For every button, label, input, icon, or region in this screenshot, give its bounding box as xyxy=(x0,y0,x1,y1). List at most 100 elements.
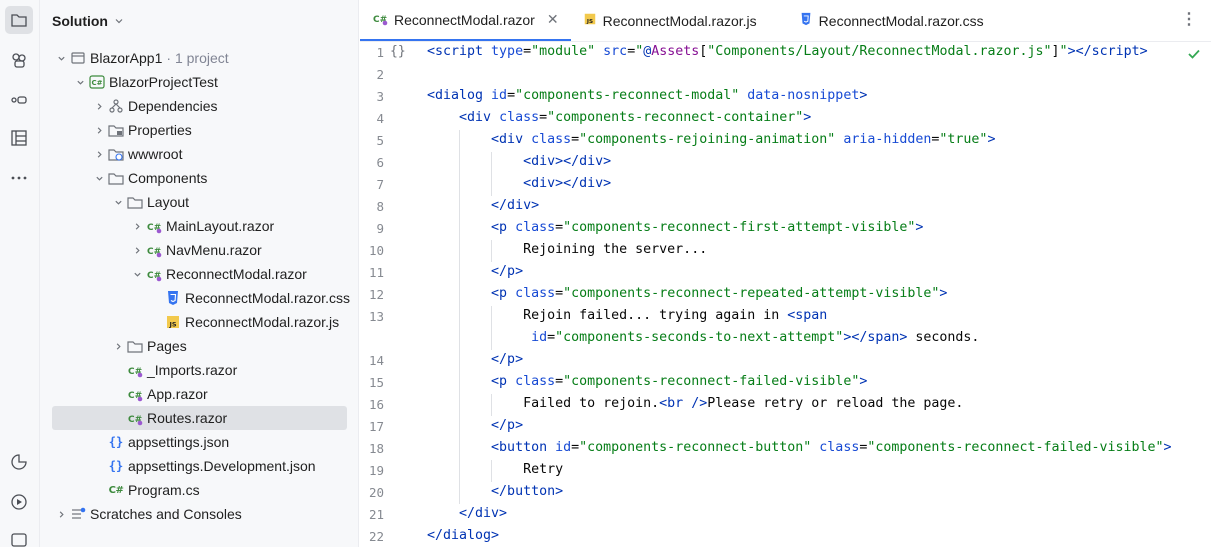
editor-tabs: C# ReconnectModal.razor ✕ JS ReconnectMo… xyxy=(360,0,1211,42)
tree-item-components[interactable]: Components xyxy=(40,166,358,190)
run-tool-button[interactable] xyxy=(5,488,33,516)
services-tool-button[interactable] xyxy=(5,448,33,476)
line-number: 7 xyxy=(376,177,384,192)
chevron-right-icon[interactable] xyxy=(91,122,107,138)
tree-item-label: MainLayout.razor xyxy=(166,218,275,234)
tree-item-program[interactable]: C# Program.cs xyxy=(40,478,358,502)
code-line: 22 </dialog> xyxy=(360,526,1211,547)
dependencies-icon xyxy=(107,98,125,114)
tree-item-layout[interactable]: Layout xyxy=(40,190,358,214)
code-view[interactable]: 1{} <script type="module" src="@Assets["C… xyxy=(360,42,1211,547)
tree-item-appsettings-development[interactable]: {} appsettings.Development.json xyxy=(40,454,358,478)
chevron-right-icon[interactable] xyxy=(110,338,126,354)
code-line: 7 <div></div> xyxy=(360,174,1211,196)
tree-item-project[interactable]: C# BlazorProjectTest xyxy=(40,70,358,94)
tree-item-properties[interactable]: Properties xyxy=(40,118,358,142)
svg-text:JS: JS xyxy=(168,321,176,329)
code-line: 21 </div> xyxy=(360,504,1211,526)
packages-icon xyxy=(12,53,26,68)
tree-item-reconnectmodal[interactable]: C# ReconnectModal.razor xyxy=(40,262,358,286)
code-line: 11 </p> xyxy=(360,262,1211,284)
chevron-down-icon[interactable] xyxy=(53,50,69,66)
tree-item-label: ReconnectModal.razor xyxy=(166,266,307,282)
tree-item-dependencies[interactable]: Dependencies xyxy=(40,94,358,118)
tree-item-label: appsettings.Development.json xyxy=(128,458,316,474)
chevron-down-icon xyxy=(115,19,123,24)
tab-reconnectmodal-js[interactable]: JS ReconnectModal.razor.js xyxy=(571,0,769,41)
code-line: 15 <p class="components-reconnect-failed… xyxy=(360,372,1211,394)
tab-reconnectmodal-razor[interactable]: C# ReconnectModal.razor ✕ xyxy=(360,0,571,41)
chevron-down-icon[interactable] xyxy=(91,170,107,186)
chevron-down-icon[interactable] xyxy=(110,194,126,210)
chevron-right-icon[interactable] xyxy=(53,506,69,522)
project-panel-header[interactable]: Solution xyxy=(40,0,358,42)
line-number: 6 xyxy=(376,155,384,170)
tree-item-app[interactable]: C# App.razor xyxy=(40,382,358,406)
tree-item-reconnectmodal-js[interactable]: JS ReconnectModal.razor.js xyxy=(40,310,358,334)
commit-tool-button[interactable] xyxy=(5,86,33,114)
project-panel-title: Solution xyxy=(52,13,108,29)
chevron-right-icon[interactable] xyxy=(129,242,145,258)
code-line: 4 <div class="components-reconnect-conta… xyxy=(360,108,1211,130)
structure-tool-button[interactable] xyxy=(5,124,33,152)
js-file-icon: JS xyxy=(583,12,597,29)
line-number: 22 xyxy=(368,529,384,544)
razor-file-icon: C# xyxy=(126,362,144,378)
chevron-right-icon[interactable] xyxy=(91,146,107,162)
line-number: 20 xyxy=(368,485,384,500)
code-line: 10 Rejoining the server... xyxy=(360,240,1211,262)
line-number: 9 xyxy=(376,221,384,236)
line-number: 5 xyxy=(376,133,384,148)
line-number: 4 xyxy=(376,111,384,126)
line-number: 11 xyxy=(368,265,384,280)
activity-bar xyxy=(0,0,40,547)
tree-item-scratches[interactable]: Scratches and Consoles xyxy=(40,502,358,526)
tree-item-label: _Imports.razor xyxy=(147,362,238,378)
commit-icon xyxy=(11,96,27,104)
tree-item-label: Properties xyxy=(128,122,192,138)
close-icon[interactable]: ✕ xyxy=(547,11,559,28)
tree-item-solution[interactable]: BlazorApp1 · 1 project xyxy=(40,46,358,70)
tree-item-mainlayout[interactable]: C# MainLayout.razor xyxy=(40,214,358,238)
project-tool-button[interactable] xyxy=(5,6,33,34)
razor-file-icon: C# xyxy=(145,242,163,258)
code-line: 2 xyxy=(360,64,1211,86)
code-line: 5 <div class="components-rejoining-anima… xyxy=(360,130,1211,152)
tree-item-routes[interactable]: C# Routes.razor xyxy=(52,406,347,430)
scratches-icon xyxy=(69,506,87,522)
tree-item-appsettings[interactable]: {} appsettings.json xyxy=(40,430,358,454)
razor-file-icon: C# xyxy=(126,386,144,402)
tree-item-label: wwwroot xyxy=(128,146,183,162)
code-line: 19 Retry xyxy=(360,460,1211,482)
terminal-tool-button[interactable] xyxy=(5,526,33,547)
tree-item-label: Program.cs xyxy=(128,482,200,498)
tree-item-navmenu[interactable]: C# NavMenu.razor xyxy=(40,238,358,262)
more-horizontal-icon xyxy=(11,176,27,180)
project-panel: Solution BlazorApp1 · 1 project C# Blazo… xyxy=(40,0,359,547)
web-folder-icon xyxy=(107,146,125,162)
tree-item-reconnectmodal-css[interactable]: ReconnectModal.razor.css xyxy=(40,286,358,310)
more-tools-button[interactable] xyxy=(5,164,33,192)
chevron-down-icon[interactable] xyxy=(72,74,88,90)
solution-icon xyxy=(69,50,87,66)
line-number: 15 xyxy=(368,375,384,390)
code-block-marker[interactable]: {} xyxy=(390,44,406,59)
chevron-right-icon[interactable] xyxy=(129,218,145,234)
chevron-right-icon[interactable] xyxy=(91,98,107,114)
nuget-tool-button[interactable] xyxy=(5,46,33,74)
code-line: 8 </div> xyxy=(360,196,1211,218)
tree-item-pages[interactable]: Pages xyxy=(40,334,358,358)
more-vertical-icon[interactable]: ⋮ xyxy=(1181,12,1197,28)
css-file-icon xyxy=(164,290,182,306)
csharp-project-icon: C# xyxy=(88,74,106,90)
structure-icon xyxy=(11,130,27,146)
tree-item-imports[interactable]: C# _Imports.razor xyxy=(40,358,358,382)
properties-folder-icon xyxy=(107,122,125,138)
tree-item-label: App.razor xyxy=(147,386,208,402)
tree-item-wwwroot[interactable]: wwwroot xyxy=(40,142,358,166)
chevron-down-icon[interactable] xyxy=(129,266,145,282)
line-number: 14 xyxy=(368,353,384,368)
razor-file-icon: C# xyxy=(372,10,388,29)
tab-reconnectmodal-css[interactable]: ReconnectModal.razor.css xyxy=(787,0,996,41)
line-number: 3 xyxy=(376,89,384,104)
